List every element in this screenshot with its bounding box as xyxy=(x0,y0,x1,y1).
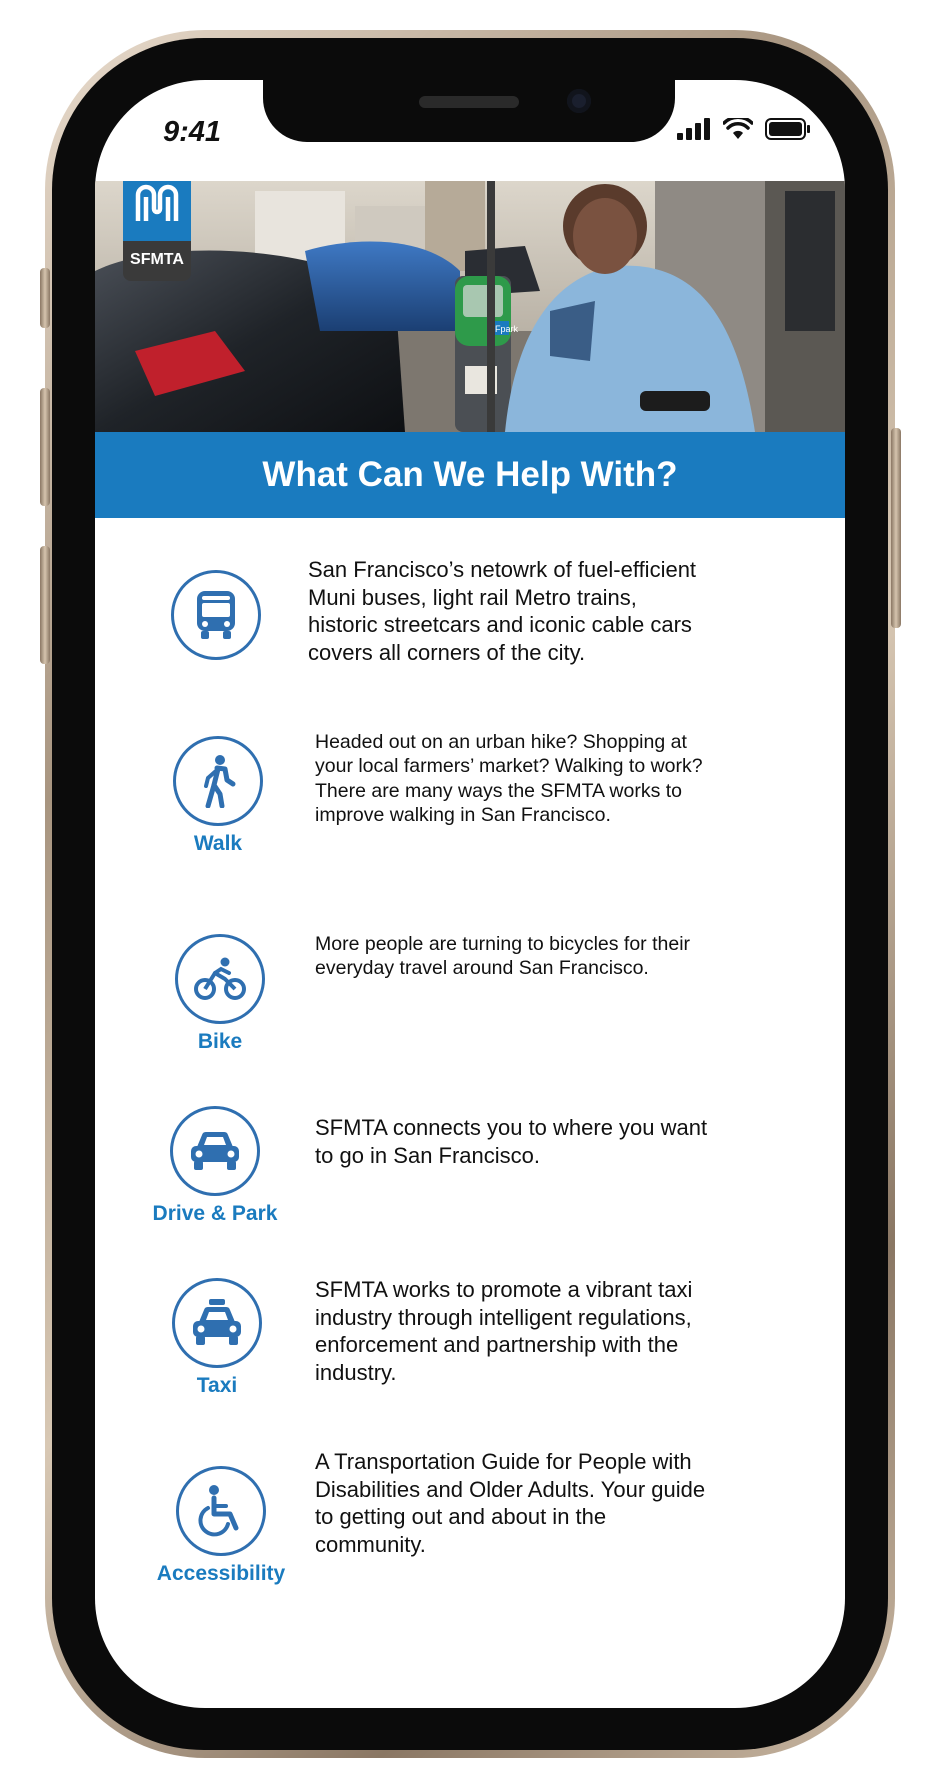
transit-description: San Francisco’s netowrk of fuel-efficien… xyxy=(308,557,697,665)
status-time: 9:41 xyxy=(163,116,222,148)
walk-label: Walk xyxy=(193,832,243,855)
accessibility-description: A Transportation Guide for People with D… xyxy=(315,1449,706,1557)
drive-park-label: Drive & Park xyxy=(152,1202,278,1225)
bus-icon[interactable] xyxy=(171,570,261,660)
hero-image: SFpark SFMTA xyxy=(95,181,845,432)
service-item-bike[interactable]: Bike More people are turning to bicycles… xyxy=(95,933,845,1053)
taxi-description: SFMTA works to promote a vibrant taxi in… xyxy=(315,1277,693,1385)
status-icons xyxy=(677,118,811,140)
speaker-grille xyxy=(419,96,519,108)
battery-icon xyxy=(765,118,810,140)
sfmta-logo[interactable]: SFMTA xyxy=(123,181,191,281)
wheelchair-icon[interactable] xyxy=(176,1466,266,1556)
volume-down-button xyxy=(40,546,50,664)
phone-screen: 9:41 SFpark SFMTA What Can We Help With?… xyxy=(95,80,845,1708)
notch xyxy=(263,80,675,142)
walk-description: Headed out on an urban hike? Shopping at… xyxy=(315,731,703,827)
page-title: What Can We Help With? xyxy=(262,455,678,494)
accessibility-label: Accessibility xyxy=(156,1562,286,1585)
drive-park-description: SFMTA connects you to where you want to … xyxy=(315,1115,708,1168)
street-scene-illustration: SFpark xyxy=(95,181,845,432)
signal-icon xyxy=(677,118,710,140)
service-item-walk[interactable]: Walk Headed out on an urban hike? Shoppi… xyxy=(95,730,845,860)
service-item-taxi[interactable]: Taxi SFMTA works to promote a vibrant ta… xyxy=(95,1276,845,1397)
volume-up-button xyxy=(40,388,50,506)
service-item-drive-park[interactable]: Drive & Park SFMTA connects you to where… xyxy=(95,1106,845,1226)
taxi-label: Taxi xyxy=(196,1374,238,1397)
silent-switch xyxy=(40,268,50,328)
power-button xyxy=(891,428,901,628)
front-camera xyxy=(567,89,591,113)
service-item-accessibility[interactable]: Accessibility A Transportation Guide for… xyxy=(95,1449,845,1590)
walking-person-icon[interactable] xyxy=(173,736,263,826)
bike-description: More people are turning to bicycles for … xyxy=(315,933,691,980)
logo-text: SFMTA xyxy=(130,251,184,268)
section-banner: What Can We Help With? xyxy=(95,432,845,518)
bicycle-icon[interactable] xyxy=(175,934,265,1024)
service-item-transit[interactable]: San Francisco’s netowrk of fuel-efficien… xyxy=(95,556,845,676)
muni-worm-icon xyxy=(123,181,191,241)
car-icon[interactable] xyxy=(170,1106,260,1196)
taxi-icon[interactable] xyxy=(172,1278,262,1368)
bike-label: Bike xyxy=(197,1030,243,1053)
wifi-icon xyxy=(723,118,753,139)
